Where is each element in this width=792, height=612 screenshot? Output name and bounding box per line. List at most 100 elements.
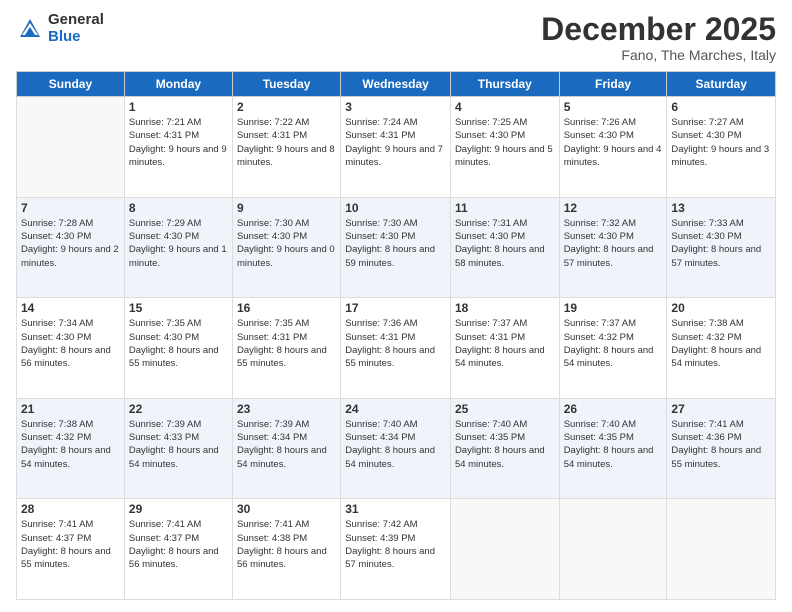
day-number: 11 [455, 201, 555, 215]
table-row: 29 Sunrise: 7:41 AM Sunset: 4:37 PM Dayli… [124, 499, 232, 600]
day-number: 22 [129, 402, 228, 416]
calendar-week-row: 1 Sunrise: 7:21 AM Sunset: 4:31 PM Daylig… [17, 97, 776, 198]
cell-sun-info: Sunrise: 7:35 AM Sunset: 4:31 PM Dayligh… [237, 317, 336, 370]
cell-sun-info: Sunrise: 7:29 AM Sunset: 4:30 PM Dayligh… [129, 217, 228, 270]
day-number: 27 [671, 402, 771, 416]
table-row: 24Sunrise: 7:40 AM Sunset: 4:34 PM Dayli… [341, 398, 451, 499]
day-number: 4 [455, 100, 555, 114]
calendar-table: Sunday Monday Tuesday Wednesday Thursday… [16, 71, 776, 600]
logo: General Blue [16, 12, 104, 45]
day-number: 24 [345, 402, 446, 416]
day-number: 15 [129, 301, 228, 315]
table-row: 26Sunrise: 7:40 AM Sunset: 4:35 PM Dayli… [559, 398, 667, 499]
calendar-header-row: Sunday Monday Tuesday Wednesday Thursday… [17, 72, 776, 97]
col-thursday: Thursday [450, 72, 559, 97]
day-number: 29 [129, 502, 228, 516]
logo-general-text: General [48, 12, 104, 29]
table-row: 25Sunrise: 7:40 AM Sunset: 4:35 PM Dayli… [450, 398, 559, 499]
cell-sun-info: Sunrise: 7:40 AM Sunset: 4:35 PM Dayligh… [564, 418, 663, 471]
cell-sun-info: Sunrise: 7:41 AM Sunset: 4:38 PM Dayligh… [237, 518, 336, 571]
day-number: 10 [345, 201, 446, 215]
table-row [450, 499, 559, 600]
cell-sun-info: Sunrise: 7:41 AM Sunset: 4:37 PM Dayligh… [21, 518, 120, 571]
day-number: 19 [564, 301, 663, 315]
table-row: 1 Sunrise: 7:21 AM Sunset: 4:31 PM Daylig… [124, 97, 232, 198]
cell-sun-info: Sunrise: 7:28 AM Sunset: 4:30 PM Dayligh… [21, 217, 120, 270]
month-title: December 2025 [541, 12, 776, 47]
day-number: 23 [237, 402, 336, 416]
table-row: 17Sunrise: 7:36 AM Sunset: 4:31 PM Dayli… [341, 298, 451, 399]
col-tuesday: Tuesday [232, 72, 340, 97]
cell-sun-info: Sunrise: 7:24 AM Sunset: 4:31 PM Dayligh… [345, 116, 446, 169]
table-row: 12 Sunrise: 7:32 AM Sunset: 4:30 PM Dayli… [559, 197, 667, 298]
cell-sun-info: Sunrise: 7:38 AM Sunset: 4:32 PM Dayligh… [671, 317, 771, 370]
table-row: 31Sunrise: 7:42 AM Sunset: 4:39 PM Dayli… [341, 499, 451, 600]
cell-sun-info: Sunrise: 7:37 AM Sunset: 4:31 PM Dayligh… [455, 317, 555, 370]
day-number: 8 [129, 201, 228, 215]
cell-sun-info: Sunrise: 7:21 AM Sunset: 4:31 PM Dayligh… [129, 116, 228, 169]
table-row [559, 499, 667, 600]
table-row: 6 Sunrise: 7:27 AM Sunset: 4:30 PM Daylig… [667, 97, 776, 198]
table-row: 9 Sunrise: 7:30 AM Sunset: 4:30 PM Daylig… [232, 197, 340, 298]
cell-sun-info: Sunrise: 7:41 AM Sunset: 4:36 PM Dayligh… [671, 418, 771, 471]
day-number: 12 [564, 201, 663, 215]
table-row: 20 Sunrise: 7:38 AM Sunset: 4:32 PM Dayli… [667, 298, 776, 399]
location-subtitle: Fano, The Marches, Italy [541, 47, 776, 63]
cell-sun-info: Sunrise: 7:30 AM Sunset: 4:30 PM Dayligh… [345, 217, 446, 270]
logo-blue-text: Blue [48, 29, 104, 46]
table-row [667, 499, 776, 600]
table-row: 11Sunrise: 7:31 AM Sunset: 4:30 PM Dayli… [450, 197, 559, 298]
day-number: 30 [237, 502, 336, 516]
cell-sun-info: Sunrise: 7:25 AM Sunset: 4:30 PM Dayligh… [455, 116, 555, 169]
day-number: 3 [345, 100, 446, 114]
day-number: 6 [671, 100, 771, 114]
table-row: 28 Sunrise: 7:41 AM Sunset: 4:37 PM Dayli… [17, 499, 125, 600]
table-row: 8 Sunrise: 7:29 AM Sunset: 4:30 PM Daylig… [124, 197, 232, 298]
table-row: 13Sunrise: 7:33 AM Sunset: 4:30 PM Dayli… [667, 197, 776, 298]
cell-sun-info: Sunrise: 7:38 AM Sunset: 4:32 PM Dayligh… [21, 418, 120, 471]
day-number: 5 [564, 100, 663, 114]
day-number: 28 [21, 502, 120, 516]
cell-sun-info: Sunrise: 7:37 AM Sunset: 4:32 PM Dayligh… [564, 317, 663, 370]
calendar-week-row: 21 Sunrise: 7:38 AM Sunset: 4:32 PM Dayli… [17, 398, 776, 499]
day-number: 9 [237, 201, 336, 215]
col-saturday: Saturday [667, 72, 776, 97]
table-row [17, 97, 125, 198]
col-sunday: Sunday [17, 72, 125, 97]
cell-sun-info: Sunrise: 7:30 AM Sunset: 4:30 PM Dayligh… [237, 217, 336, 270]
table-row: 3 Sunrise: 7:24 AM Sunset: 4:31 PM Daylig… [341, 97, 451, 198]
title-block: December 2025 Fano, The Marches, Italy [541, 12, 776, 63]
table-row: 18 Sunrise: 7:37 AM Sunset: 4:31 PM Dayli… [450, 298, 559, 399]
cell-sun-info: Sunrise: 7:26 AM Sunset: 4:30 PM Dayligh… [564, 116, 663, 169]
cell-sun-info: Sunrise: 7:33 AM Sunset: 4:30 PM Dayligh… [671, 217, 771, 270]
table-row: 10 Sunrise: 7:30 AM Sunset: 4:30 PM Dayli… [341, 197, 451, 298]
page-header: General Blue December 2025 Fano, The Mar… [16, 12, 776, 63]
day-number: 14 [21, 301, 120, 315]
table-row: 19 Sunrise: 7:37 AM Sunset: 4:32 PM Dayli… [559, 298, 667, 399]
cell-sun-info: Sunrise: 7:41 AM Sunset: 4:37 PM Dayligh… [129, 518, 228, 571]
day-number: 7 [21, 201, 120, 215]
day-number: 31 [345, 502, 446, 516]
day-number: 20 [671, 301, 771, 315]
table-row: 27 Sunrise: 7:41 AM Sunset: 4:36 PM Dayli… [667, 398, 776, 499]
table-row: 23 Sunrise: 7:39 AM Sunset: 4:34 PM Dayli… [232, 398, 340, 499]
cell-sun-info: Sunrise: 7:32 AM Sunset: 4:30 PM Dayligh… [564, 217, 663, 270]
day-number: 21 [21, 402, 120, 416]
day-number: 1 [129, 100, 228, 114]
cell-sun-info: Sunrise: 7:35 AM Sunset: 4:30 PM Dayligh… [129, 317, 228, 370]
day-number: 25 [455, 402, 555, 416]
cell-sun-info: Sunrise: 7:39 AM Sunset: 4:34 PM Dayligh… [237, 418, 336, 471]
day-number: 18 [455, 301, 555, 315]
calendar-week-row: 28 Sunrise: 7:41 AM Sunset: 4:37 PM Dayli… [17, 499, 776, 600]
table-row: 14Sunrise: 7:34 AM Sunset: 4:30 PM Dayli… [17, 298, 125, 399]
day-number: 17 [345, 301, 446, 315]
table-row: 30 Sunrise: 7:41 AM Sunset: 4:38 PM Dayli… [232, 499, 340, 600]
table-row: 5 Sunrise: 7:26 AM Sunset: 4:30 PM Daylig… [559, 97, 667, 198]
col-wednesday: Wednesday [341, 72, 451, 97]
col-monday: Monday [124, 72, 232, 97]
table-row: 16 Sunrise: 7:35 AM Sunset: 4:31 PM Dayli… [232, 298, 340, 399]
calendar-week-row: 14Sunrise: 7:34 AM Sunset: 4:30 PM Dayli… [17, 298, 776, 399]
table-row: 15 Sunrise: 7:35 AM Sunset: 4:30 PM Dayli… [124, 298, 232, 399]
day-number: 16 [237, 301, 336, 315]
cell-sun-info: Sunrise: 7:27 AM Sunset: 4:30 PM Dayligh… [671, 116, 771, 169]
